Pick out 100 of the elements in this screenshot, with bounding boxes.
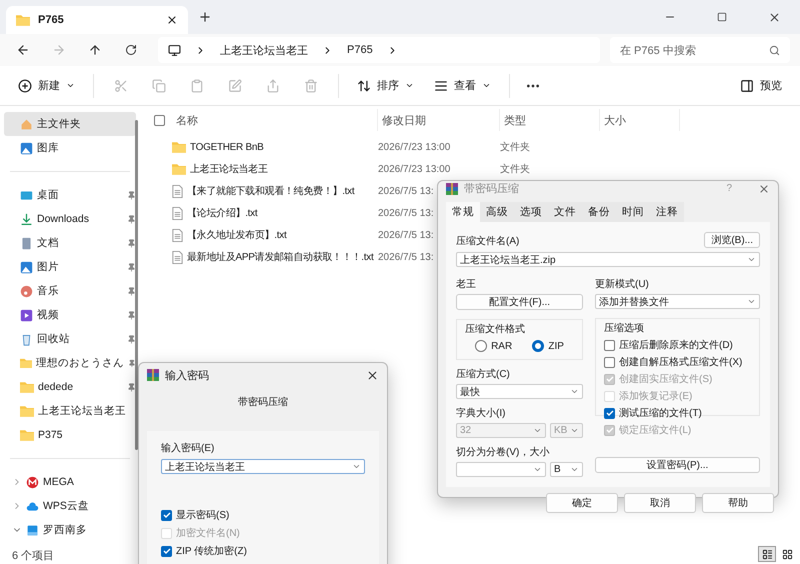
- group-label: 压缩文件格式: [465, 322, 526, 336]
- archive-name-field[interactable]: 上老王论坛当老王.zip: [456, 252, 760, 267]
- sidebar-item[interactable]: 文档: [4, 231, 136, 255]
- picture-icon: [20, 260, 33, 274]
- radio-option[interactable]: RAR: [475, 339, 512, 353]
- sidebar-item[interactable]: 理想のおとうさん: [4, 351, 136, 375]
- preview-button[interactable]: 预览: [732, 74, 790, 97]
- sidebar-item[interactable]: MEGA: [4, 470, 136, 494]
- file-name[interactable]: 【永久地址发布页】.txt: [172, 228, 286, 242]
- unit-dropdown[interactable]: B: [550, 462, 583, 477]
- checkbox[interactable]: [604, 356, 615, 368]
- details-view-icon[interactable]: [762, 548, 772, 560]
- back-icon[interactable]: [16, 43, 30, 57]
- checkmark-icon: [606, 409, 614, 417]
- new-button[interactable]: 新建: [10, 74, 83, 97]
- checkmark-icon: [162, 511, 170, 519]
- close-tab-icon[interactable]: [166, 14, 178, 26]
- sidebar-item[interactable]: 上老王论坛当老王: [4, 399, 136, 423]
- dialog-title: 带密码压缩: [464, 182, 520, 196]
- sidebar-item[interactable]: 视频: [4, 303, 136, 327]
- window-tab[interactable]: P765: [6, 6, 188, 34]
- tiles-view-icon[interactable]: [782, 548, 792, 560]
- select-all-checkbox[interactable]: [154, 114, 165, 126]
- dialog-tab[interactable]: 选项: [514, 202, 548, 222]
- folder-icon: [172, 163, 186, 175]
- close-icon[interactable]: [366, 368, 379, 382]
- sidebar-item[interactable]: Downloads: [4, 207, 136, 231]
- sidebar-item[interactable]: 图库: [4, 136, 136, 160]
- sort-button[interactable]: 排序: [349, 74, 422, 97]
- password-field[interactable]: 上老王论坛当老王: [161, 459, 365, 474]
- file-name[interactable]: TOGETHER BnB: [172, 141, 264, 153]
- method-dropdown[interactable]: 最快: [456, 384, 583, 399]
- column-header[interactable]: 修改日期: [378, 109, 500, 131]
- sidebar-item[interactable]: 回收站: [4, 327, 136, 351]
- group-label: 压缩选项: [604, 322, 645, 335]
- dialog-tab[interactable]: 常规: [446, 202, 480, 222]
- sidebar-item[interactable]: 桌面: [4, 183, 136, 207]
- checkbox-option[interactable]: 压缩后删除原来的文件(D): [604, 338, 751, 352]
- dialog-tab[interactable]: 时间: [616, 202, 650, 222]
- volume-size-field[interactable]: [456, 462, 546, 477]
- checkmark-icon: [606, 426, 614, 434]
- sidebar-item[interactable]: P375: [4, 423, 136, 447]
- sidebar-item[interactable]: 图片: [4, 255, 136, 279]
- cloud-icon: [26, 500, 39, 512]
- field-label: 压缩文件名(A): [456, 234, 520, 248]
- checkmark-icon: [162, 547, 170, 555]
- checkbox[interactable]: [161, 546, 172, 556]
- checkbox-option[interactable]: ZIP 传统加密(Z): [161, 544, 365, 558]
- sidebar-item[interactable]: 罗西南多: [4, 518, 136, 542]
- dropdown-caret-icon: [570, 465, 579, 474]
- dialog-tab[interactable]: 高级: [480, 202, 514, 222]
- profile-button[interactable]: 配置文件(F)...: [456, 294, 583, 310]
- sidebar-item[interactable]: dedede: [4, 375, 136, 399]
- address-bar[interactable]: 上老王论坛当老王 P765: [158, 37, 600, 63]
- dialog-tab[interactable]: 备份: [582, 202, 616, 222]
- date-cell: 2026/7/23 13:00: [378, 142, 450, 152]
- update-mode-dropdown[interactable]: 添加并替换文件: [595, 294, 760, 309]
- mega-logo-icon: [26, 476, 39, 488]
- maximize-icon[interactable]: [717, 12, 727, 22]
- breadcrumb-item[interactable]: 上老王论坛当老王: [220, 42, 308, 58]
- dialog-tab[interactable]: 注释: [650, 202, 684, 222]
- breadcrumb-item[interactable]: P765: [347, 44, 373, 56]
- file-name[interactable]: 最新地址及APP请发邮箱自动获取！！！.txt: [172, 250, 374, 264]
- dialog-button[interactable]: 取消: [624, 493, 696, 513]
- dialog-button[interactable]: 确定: [546, 493, 618, 513]
- browse-button[interactable]: 浏览(B)...: [704, 232, 760, 248]
- dialog-button[interactable]: 帮助: [702, 493, 774, 513]
- file-name[interactable]: 【论坛介绍】.txt: [172, 206, 258, 220]
- type-cell-text: 文件夹: [500, 140, 530, 154]
- folder-icon: [20, 381, 34, 393]
- checkbox[interactable]: [604, 408, 615, 418]
- up-icon[interactable]: [88, 43, 102, 57]
- column-header[interactable]: 类型: [500, 109, 600, 131]
- field-label: 字典大小(I): [456, 406, 506, 420]
- sidebar-item[interactable]: WPS云盘: [4, 494, 136, 518]
- close-icon[interactable]: [758, 182, 770, 194]
- dropdown-caret-icon: [570, 387, 579, 396]
- text-file-icon: [172, 184, 183, 198]
- refresh-icon[interactable]: [125, 44, 137, 56]
- checkbox-option[interactable]: 显示密码(S): [161, 508, 365, 522]
- dialog-tab[interactable]: 文件: [548, 202, 582, 222]
- set-password-button[interactable]: 设置密码(P)...: [595, 457, 760, 473]
- sidebar-item[interactable]: 音乐: [4, 279, 136, 303]
- checkbox[interactable]: [604, 340, 615, 350]
- checkbox[interactable]: [161, 510, 172, 520]
- search-field[interactable]: 在 P765 中搜索: [610, 37, 790, 63]
- checkbox-option[interactable]: 测试压缩的文件(T): [604, 406, 751, 420]
- checkbox-option[interactable]: 创建自解压格式压缩文件(X): [604, 355, 751, 369]
- file-name[interactable]: 上老王论坛当老王: [172, 162, 268, 176]
- close-icon[interactable]: [768, 10, 780, 24]
- column-header[interactable]: 大小: [600, 109, 680, 131]
- caret-icon: [482, 81, 491, 90]
- view-button[interactable]: 查看: [426, 74, 499, 97]
- file-name[interactable]: 【来了就能下载和观看！纯免费！】.txt: [172, 184, 354, 198]
- download-icon: [20, 212, 33, 226]
- folder-icon: [16, 14, 30, 26]
- new-tab-icon[interactable]: [198, 10, 212, 24]
- radio-option[interactable]: ZIP: [532, 339, 564, 353]
- sidebar-item[interactable]: 主文件夹: [4, 112, 136, 136]
- column-header[interactable]: 名称: [172, 109, 378, 131]
